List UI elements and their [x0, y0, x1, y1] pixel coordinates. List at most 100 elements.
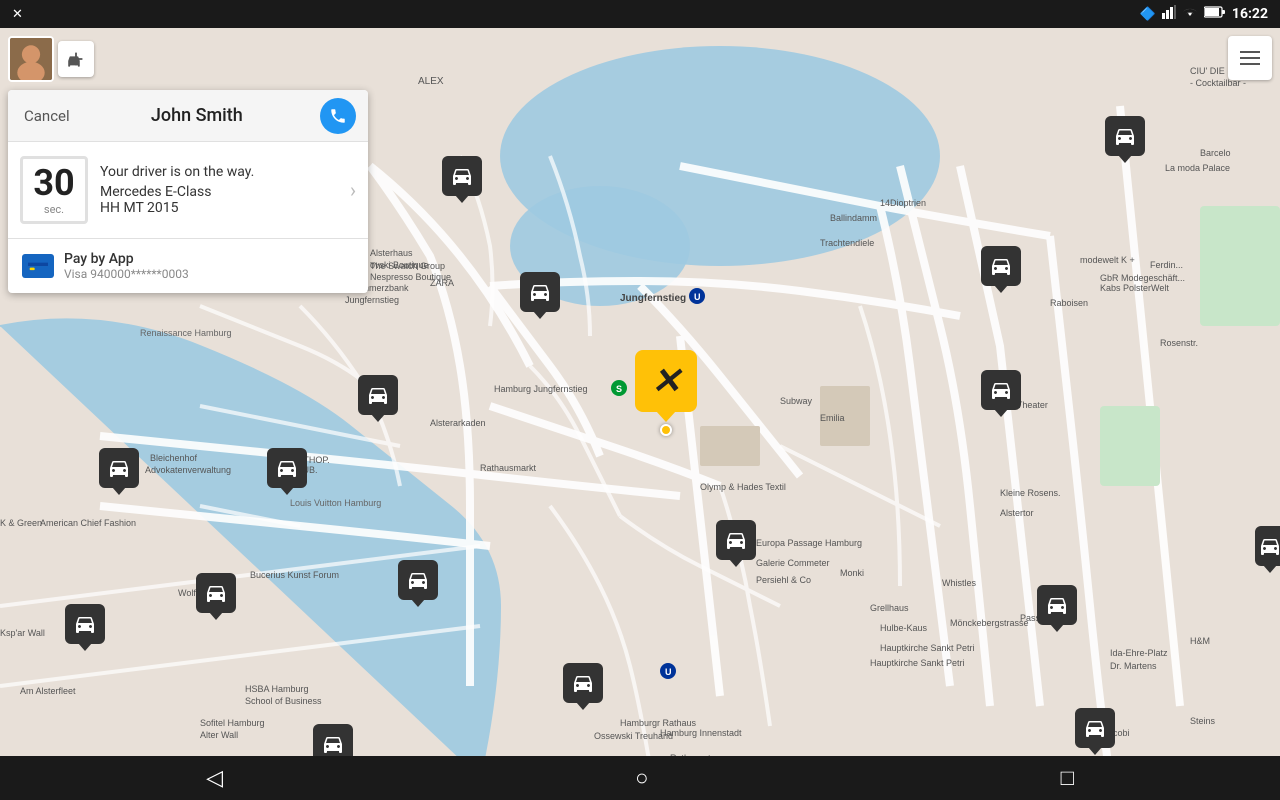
svg-text:Ksp'ar Wall: Ksp'ar Wall	[0, 628, 45, 638]
svg-text:Hulbe-Kaus: Hulbe-Kaus	[880, 623, 928, 633]
car-marker	[358, 375, 398, 415]
svg-text:Louis Vuitton Hamburg: Louis Vuitton Hamburg	[290, 498, 381, 508]
panel-header: Cancel John Smith	[8, 90, 368, 142]
svg-text:Sofitel Hamburg: Sofitel Hamburg	[200, 718, 265, 728]
svg-text:Am Alsterfleet: Am Alsterfleet	[20, 686, 76, 696]
svg-text:Grellhaus: Grellhaus	[870, 603, 909, 613]
car-marker	[981, 370, 1021, 410]
top-left-buttons	[8, 36, 94, 82]
svg-text:modewelt K +: modewelt K +	[1080, 255, 1135, 265]
svg-text:Bleichenhof: Bleichenhof	[150, 453, 198, 463]
svg-text:Europa Passage Hamburg: Europa Passage Hamburg	[756, 538, 862, 548]
car-plate: HH MT 2015	[100, 200, 330, 216]
payment-row[interactable]: Pay by App Visa 940000******0003	[8, 239, 368, 293]
svg-text:Steins: Steins	[1190, 716, 1216, 726]
svg-text:Whistles: Whistles	[942, 578, 977, 588]
payment-card: Visa 940000******0003	[64, 267, 189, 281]
bluetooth-icon: 🔷	[1140, 7, 1156, 22]
svg-text:The Swatch Group: The Swatch Group	[370, 261, 445, 271]
svg-text:Ferdin...: Ferdin...	[1150, 260, 1183, 270]
car-marker	[398, 560, 438, 600]
driver-info-section: 30 sec. Your driver is on the way. Merce…	[8, 142, 368, 239]
svg-text:S: S	[616, 384, 622, 394]
car-marker	[1037, 585, 1077, 625]
countdown-timer: 30 sec.	[20, 156, 88, 224]
svg-text:U: U	[665, 667, 672, 677]
svg-text:Advokatenverwaltung: Advokatenverwaltung	[145, 465, 231, 475]
svg-text:U: U	[694, 292, 701, 302]
svg-text:14Dioptrien: 14Dioptrien	[880, 198, 926, 208]
car-marker	[1075, 708, 1115, 748]
svg-text:ZARA: ZARA	[430, 278, 454, 288]
svg-text:School of Business: School of Business	[245, 696, 322, 706]
booking-panel: Cancel John Smith 30 sec. Your driver is…	[8, 90, 368, 293]
svg-text:Bucerius Kunst Forum: Bucerius Kunst Forum	[250, 570, 339, 580]
car-marker	[267, 448, 307, 488]
svg-text:Monki: Monki	[840, 568, 864, 578]
navigation-bar: ◁ ○ □	[0, 756, 1280, 800]
payment-details: Pay by App Visa 940000******0003	[64, 251, 189, 281]
chevron-right-icon: ›	[350, 178, 356, 202]
svg-text:Renaissance Hamburg: Renaissance Hamburg	[140, 328, 232, 338]
svg-text:Ida-Ehre-Platz: Ida-Ehre-Platz	[1110, 648, 1168, 658]
battery-icon	[1204, 6, 1226, 22]
status-left: ✕	[12, 7, 23, 22]
svg-text:Subway: Subway	[780, 396, 813, 406]
svg-text:Hauptkirche Sankt Petri: Hauptkirche Sankt Petri	[880, 643, 975, 653]
countdown-number: 30	[33, 165, 74, 201]
svg-text:Galerie Commeter: Galerie Commeter	[756, 558, 830, 568]
avatar[interactable]	[8, 36, 54, 82]
svg-text:Raboisen: Raboisen	[1050, 298, 1088, 308]
svg-text:GbR Modegeschäft...: GbR Modegeschäft...	[1100, 273, 1185, 283]
network-icon	[1162, 5, 1176, 23]
mytaxi-logo: ✕	[651, 360, 681, 402]
svg-text:Hamburgr Rathaus: Hamburgr Rathaus	[620, 718, 697, 728]
car-model: Mercedes E-Class	[100, 184, 330, 200]
car-marker	[65, 604, 105, 644]
status-right: 🔷 16:22	[1140, 5, 1268, 23]
add-car-button[interactable]	[58, 41, 94, 77]
svg-text:Mönckebergstrasse: Mönckebergstrasse	[950, 618, 1029, 628]
status-bar: ✕ 🔷 16:22	[0, 0, 1280, 28]
app-icon: ✕	[12, 7, 23, 22]
car-marker	[981, 246, 1021, 286]
driver-name: John Smith	[74, 105, 320, 126]
payment-method: Pay by App	[64, 251, 189, 267]
svg-text:Dr. Martens: Dr. Martens	[1110, 661, 1157, 671]
car-marker	[442, 156, 482, 196]
svg-text:Persiehl & Co: Persiehl & Co	[756, 575, 811, 585]
car-marker	[716, 520, 756, 560]
svg-text:Jungfernstieg: Jungfernstieg	[620, 293, 686, 304]
svg-text:HSBA Hamburg: HSBA Hamburg	[245, 684, 309, 694]
svg-text:Alter Wall: Alter Wall	[200, 730, 238, 740]
svg-text:Alsterhaus: Alsterhaus	[370, 248, 413, 258]
recents-button[interactable]: □	[1041, 761, 1094, 795]
svg-text:ALEX: ALEX	[418, 76, 444, 87]
svg-text:Olymp & Hades Textil: Olymp & Hades Textil	[700, 482, 786, 492]
back-button[interactable]: ◁	[186, 762, 243, 795]
user-location-dot	[660, 424, 672, 436]
svg-text:K & Green: K & Green	[0, 518, 42, 528]
svg-text:Kabs PolsterWelt: Kabs PolsterWelt	[1100, 283, 1169, 293]
menu-button[interactable]	[1228, 36, 1272, 80]
svg-text:Kleine Rosens.: Kleine Rosens.	[1000, 488, 1061, 498]
svg-text:Jungfernstieg: Jungfernstieg	[345, 295, 399, 305]
car-marker	[99, 448, 139, 488]
home-button[interactable]: ○	[615, 761, 668, 795]
car-marker	[1105, 116, 1145, 156]
payment-icon	[22, 254, 54, 278]
svg-text:Rosenstr.: Rosenstr.	[1160, 338, 1198, 348]
svg-text:Ballindamm: Ballindamm	[830, 213, 877, 223]
svg-text:H&M: H&M	[1190, 636, 1210, 646]
wifi-icon	[1182, 6, 1198, 22]
hamburger-icon	[1240, 51, 1260, 65]
svg-text:Rathausmarkt: Rathausmarkt	[480, 463, 537, 473]
svg-text:Ossewski Treuhand: Ossewski Treuhand	[594, 731, 673, 741]
call-button[interactable]	[320, 98, 356, 134]
car-marker	[520, 272, 560, 312]
status-time: 16:22	[1232, 6, 1268, 22]
cancel-button[interactable]: Cancel	[20, 103, 74, 129]
car-marker	[196, 573, 236, 613]
svg-text:Hamburg Jungfernstieg: Hamburg Jungfernstieg	[494, 384, 588, 394]
car-marker	[1255, 526, 1280, 566]
